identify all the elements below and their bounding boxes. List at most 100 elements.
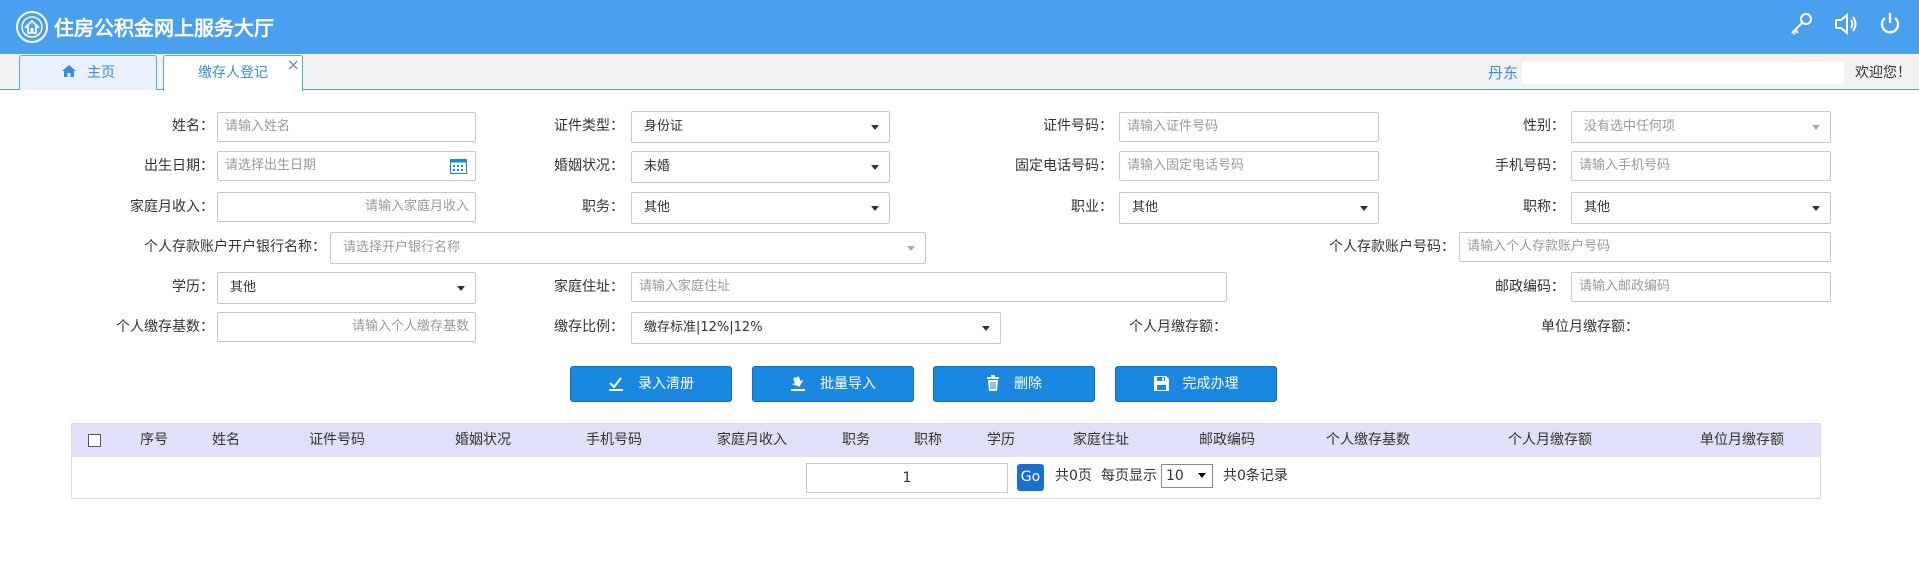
registration-table: 序号 姓名 证件号码 婚姻状况 手机号码 家庭月收入 职务 职称 学历 家庭住址… (71, 423, 1821, 499)
base-input[interactable]: 请输入个人缴存基数 (217, 312, 476, 342)
finish-label: 完成办理 (1182, 376, 1239, 392)
base-label: 个人缴存基数： (116, 319, 214, 335)
mobile-input[interactable]: 请输入手机号码 (1571, 151, 1831, 181)
account-input[interactable]: 请输入个人存款账户号码 (1459, 232, 1831, 262)
delete-button[interactable]: 删除 (933, 366, 1095, 402)
gender-value: 没有选中任何项 (1584, 119, 1676, 134)
col-header: 姓名 (212, 432, 240, 448)
calendar-icon[interactable] (450, 158, 467, 174)
batch-import-button[interactable]: 批量导入 (752, 366, 914, 402)
birth-date-label: 出生日期： (144, 158, 214, 174)
col-header: 家庭住址 (1073, 432, 1129, 448)
close-icon[interactable]: × (287, 48, 300, 82)
chevron-down-icon (907, 246, 915, 251)
chevron-down-icon (871, 165, 879, 170)
batch-import-label: 批量导入 (820, 376, 876, 392)
marital-label: 婚姻状况： (554, 158, 624, 174)
col-header: 单位月缴存额 (1700, 432, 1784, 448)
personal-monthly-label: 个人月缴存额： (1129, 319, 1227, 335)
address-input[interactable]: 请输入家庭住址 (631, 272, 1227, 302)
income-input[interactable]: 请输入家庭月收入 (217, 192, 476, 222)
title-value: 其他 (1584, 200, 1611, 215)
name-label: 姓名： (172, 118, 214, 134)
per-page-select[interactable]: 10 (1161, 464, 1213, 488)
chevron-down-icon (1360, 206, 1368, 211)
marital-select[interactable]: 未婚 (631, 151, 890, 183)
occupation-label: 职业： (1071, 199, 1113, 215)
col-header: 序号 (140, 432, 168, 448)
entry-clear-label: 录入清册 (638, 376, 694, 392)
birth-date-placeholder: 请选择出生日期 (225, 158, 317, 173)
postcode-label: 邮政编码： (1495, 279, 1565, 295)
tab-bar: 主页 缴存人登记 × 丹东 欢迎您！ (0, 54, 1919, 91)
landline-label: 固定电话号码： (1015, 158, 1113, 174)
duty-label: 职务： (582, 199, 624, 215)
col-header: 婚姻状况 (455, 432, 511, 448)
user-info-box (1522, 62, 1844, 84)
table-header: 序号 姓名 证件号码 婚姻状况 手机号码 家庭月收入 职务 职称 学历 家庭住址… (72, 424, 1820, 457)
go-button[interactable]: Go (1017, 464, 1044, 491)
home-logo-icon (16, 11, 48, 43)
title-select[interactable]: 其他 (1571, 192, 1831, 224)
education-value: 其他 (230, 280, 257, 295)
power-icon[interactable] (1876, 10, 1904, 38)
education-label: 学历： (172, 279, 214, 295)
marital-value: 未婚 (644, 159, 671, 174)
col-header: 手机号码 (586, 432, 642, 448)
income-label: 家庭月收入： (130, 199, 214, 215)
account-label: 个人存款账户号码： (1329, 239, 1455, 255)
chevron-down-icon (1812, 206, 1820, 211)
name-input[interactable]: 请输入姓名 (217, 112, 476, 142)
chevron-down-icon (1198, 473, 1206, 478)
birth-date-input[interactable]: 请选择出生日期 (217, 151, 476, 181)
tab-payer-registration-label: 缴存人登记 (198, 65, 268, 81)
bank-select[interactable]: 请选择开户银行名称 (330, 232, 926, 264)
col-header: 家庭月收入 (717, 432, 787, 448)
occupation-value: 其他 (1132, 200, 1159, 215)
col-header: 个人月缴存额 (1508, 432, 1592, 448)
address-label: 家庭住址： (554, 279, 624, 295)
ratio-select[interactable]: 缴存标准|12%|12% (631, 312, 1001, 344)
landline-input[interactable]: 请输入固定电话号码 (1119, 151, 1379, 181)
chevron-down-icon (457, 286, 465, 291)
save-icon (1153, 376, 1169, 391)
bank-label: 个人存款账户开户银行名称： (144, 239, 326, 255)
key-icon[interactable] (1787, 10, 1815, 38)
bank-value: 请选择开户银行名称 (343, 240, 461, 255)
entry-clear-button[interactable]: 录入清册 (570, 366, 732, 402)
id-type-select[interactable]: 身份证 (631, 111, 890, 143)
unit-monthly-label: 单位月缴存额： (1541, 319, 1639, 335)
chevron-down-icon (982, 326, 990, 331)
mobile-label: 手机号码： (1495, 158, 1565, 174)
education-select[interactable]: 其他 (217, 272, 476, 304)
id-number-input[interactable]: 请输入证件号码 (1119, 112, 1379, 142)
home-icon (62, 65, 76, 77)
import-icon (791, 376, 805, 391)
check-edit-icon (609, 377, 623, 391)
user-name: 丹东 (1488, 64, 1519, 82)
duty-select[interactable]: 其他 (631, 192, 890, 224)
volume-icon[interactable] (1832, 10, 1860, 38)
total-records: 共0条记录 (1223, 468, 1288, 484)
id-number-label: 证件号码： (1043, 118, 1113, 134)
tab-payer-registration[interactable]: 缴存人登记 × (163, 55, 303, 91)
postcode-input[interactable]: 请输入邮政编码 (1571, 272, 1831, 302)
welcome-text: 欢迎您！ (1855, 65, 1911, 81)
ratio-label: 缴存比例： (554, 319, 624, 335)
gender-select[interactable]: 没有选中任何项 (1571, 111, 1831, 143)
ratio-value: 缴存标准|12%|12% (644, 320, 763, 335)
page-number-input[interactable]: 1 (806, 463, 1008, 493)
trash-icon (987, 375, 999, 391)
finish-button[interactable]: 完成办理 (1115, 366, 1277, 402)
chevron-down-icon (871, 206, 879, 211)
select-all-checkbox[interactable] (88, 434, 101, 447)
occupation-select[interactable]: 其他 (1119, 192, 1379, 224)
tab-home-label: 主页 (87, 65, 115, 81)
duty-value: 其他 (644, 200, 671, 215)
title-label: 职称： (1523, 199, 1565, 215)
gender-label: 性别： (1523, 118, 1565, 134)
chevron-down-icon (1812, 125, 1820, 130)
tab-home[interactable]: 主页 (19, 55, 157, 90)
top-header: 住房公积金网上服务大厅 (0, 0, 1919, 54)
col-header: 邮政编码 (1199, 432, 1255, 448)
